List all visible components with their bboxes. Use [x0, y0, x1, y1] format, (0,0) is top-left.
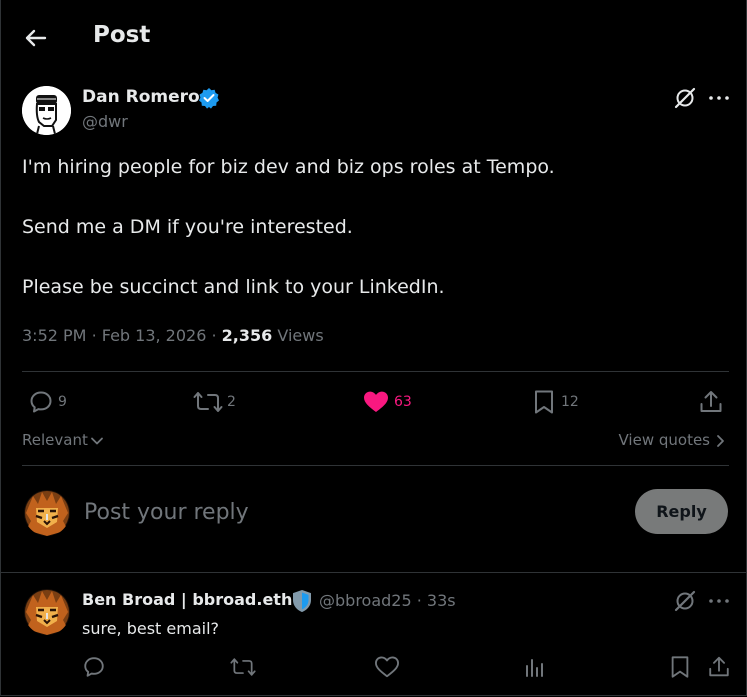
arrow-left-icon [25, 29, 47, 47]
views-label: Views [277, 326, 324, 345]
reply-bubble-icon [30, 391, 52, 413]
shield-badge-icon [291, 589, 313, 613]
repost-icon [230, 658, 256, 676]
post-meta: 3:52 PM · Feb 13, 2026 · 2,356 Views [22, 326, 324, 345]
reply-button[interactable]: Reply [635, 489, 728, 534]
chevron-right-icon [717, 435, 724, 447]
reply-author-avatar[interactable] [24, 589, 70, 635]
analytics-bars-icon [526, 659, 543, 677]
bookmark-action[interactable]: 12 [531, 389, 579, 415]
post-page: Post Dan Romero @dwr I'm hiring people f… [0, 0, 747, 696]
grok-icon [674, 87, 696, 109]
grok-button[interactable] [672, 85, 698, 111]
post-text-line-1: I'm hiring people for biz dev and biz op… [22, 156, 555, 178]
reply-reply-action[interactable] [82, 655, 106, 679]
divider [1, 572, 746, 573]
author-avatar[interactable] [22, 86, 71, 135]
like-count: 63 [394, 394, 412, 410]
bookmark-icon [535, 390, 553, 414]
reply-bubble-icon [84, 657, 104, 677]
reply-author-name[interactable]: Ben Broad | bbroad.eth [82, 590, 292, 609]
heart-icon [364, 391, 388, 412]
page-title: Post [93, 22, 151, 48]
back-button[interactable] [19, 22, 51, 54]
reply-bookmark-action[interactable] [668, 655, 692, 679]
reply-action[interactable]: 9 [28, 389, 67, 415]
more-options-button[interactable] [707, 85, 731, 111]
divider [22, 371, 729, 372]
bookmark-count: 12 [561, 394, 579, 410]
share-icon [700, 391, 722, 412]
repost-action[interactable]: 2 [193, 389, 236, 415]
heart-icon [375, 656, 399, 678]
share-button[interactable] [698, 389, 724, 415]
reply-share-button[interactable] [707, 655, 731, 679]
reply-repost-action[interactable] [230, 655, 256, 679]
reply-analytics-action[interactable] [523, 655, 547, 679]
reply-meta: @bbroad25 · 33s [319, 591, 456, 610]
sort-dropdown[interactable]: Relevant [22, 431, 104, 449]
reply-text: sure, best email? [82, 619, 220, 638]
author-name[interactable]: Dan Romero [82, 87, 200, 107]
view-quotes-label: View quotes [618, 431, 711, 449]
post-time[interactable]: 3:52 PM [22, 326, 86, 345]
reply-more-options-button[interactable] [707, 588, 731, 614]
repost-icon [193, 392, 223, 412]
reply-grok-button[interactable] [672, 588, 698, 614]
verified-badge-icon [198, 87, 220, 109]
views-count: 2,356 [221, 326, 273, 345]
grok-icon [674, 590, 696, 612]
reply-input[interactable] [84, 497, 604, 527]
post-text-line-2: Send me a DM if you're interested. [22, 216, 353, 238]
reply-author-handle[interactable]: @bbroad25 [319, 591, 412, 610]
share-icon [709, 656, 729, 677]
author-handle[interactable]: @dwr [82, 112, 128, 131]
more-horizontal-icon [709, 599, 729, 603]
divider [22, 465, 729, 466]
more-horizontal-icon [709, 96, 729, 100]
reply-like-action[interactable] [374, 655, 400, 679]
post-date[interactable]: Feb 13, 2026 [102, 326, 207, 345]
post-text-line-3: Please be succinct and link to your Link… [22, 276, 445, 298]
reply-count: 9 [58, 394, 67, 410]
bookmark-icon [671, 656, 689, 678]
like-action[interactable]: 63 [362, 389, 412, 415]
reply-time[interactable]: 33s [427, 591, 456, 610]
view-quotes-link[interactable]: View quotes [619, 431, 727, 449]
sort-label: Relevant [22, 431, 88, 449]
repost-count: 2 [227, 394, 236, 410]
current-user-avatar[interactable] [24, 490, 70, 536]
chevron-down-icon [90, 437, 103, 445]
